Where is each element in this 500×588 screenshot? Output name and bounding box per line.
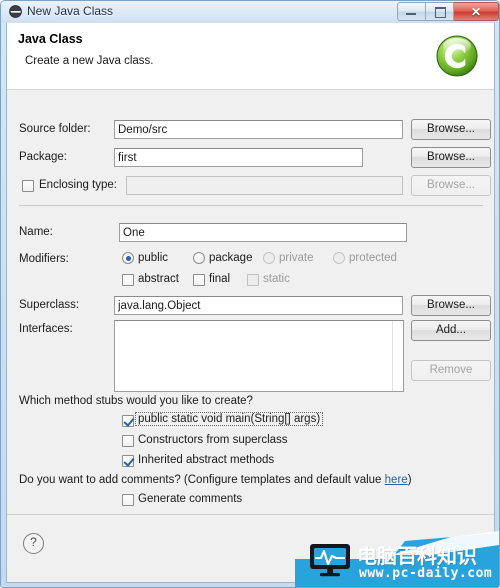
source-folder-browse-button[interactable]: Browse...: [411, 119, 491, 140]
modifier-static-label: static: [263, 273, 290, 285]
interfaces-listbox[interactable]: [114, 320, 404, 392]
modifier-package-label: package: [209, 252, 253, 264]
interfaces-label: Interfaces:: [19, 323, 73, 335]
window-title: New Java Class: [27, 4, 114, 18]
maximize-icon: [435, 7, 446, 18]
modifier-abstract-checkbox[interactable]: [122, 274, 134, 286]
watermark-url: www.pc-daily.com: [359, 566, 493, 581]
interfaces-scroll-divider: [392, 321, 393, 391]
name-input[interactable]: [119, 223, 407, 242]
page-title: Java Class: [18, 32, 83, 46]
comments-question-suffix: ): [407, 474, 412, 486]
modifiers-label: Modifiers:: [19, 253, 69, 265]
page-description: Create a new Java class.: [25, 55, 154, 67]
configure-templates-link[interactable]: here: [385, 474, 408, 486]
modifier-abstract-label: abstract: [138, 273, 179, 285]
package-browse-button[interactable]: Browse...: [411, 147, 491, 168]
enclosing-type-browse-button[interactable]: Browse...: [411, 175, 491, 196]
dialog-header: Java Class Create a new Java class.: [7, 23, 494, 90]
generate-comments-checkbox[interactable]: [122, 494, 134, 506]
source-folder-input[interactable]: [114, 120, 403, 139]
dialog-body: Source folder: Browse... Package: Browse…: [7, 90, 494, 515]
interfaces-add-button[interactable]: Add...: [411, 320, 491, 341]
monitor-pulse-icon: [309, 543, 351, 577]
superclass-label: Superclass:: [19, 299, 80, 311]
stub-inherited-label: Inherited abstract methods: [138, 454, 275, 466]
minimize-button[interactable]: [397, 2, 426, 21]
generate-comments-label: Generate comments: [138, 493, 243, 505]
modifier-private-radio[interactable]: [263, 252, 275, 264]
modifier-public-radio[interactable]: [122, 252, 134, 264]
minimize-icon: [406, 13, 416, 15]
stub-inherited-checkbox[interactable]: [122, 455, 134, 467]
comments-question: Do you want to add comments? (Configure …: [19, 474, 412, 486]
modifier-static-checkbox[interactable]: [247, 274, 259, 286]
modifier-final-label: final: [209, 273, 231, 285]
method-stubs-question: Which method stubs would you like to cre…: [19, 395, 253, 407]
name-label: Name:: [19, 226, 53, 238]
comments-question-prefix: Do you want to add comments? (Configure …: [19, 474, 385, 486]
watermark-text: 电脑百科知识: [357, 544, 477, 568]
dialog-client: Java Class Create a new Java class. Sour…: [6, 23, 495, 583]
dialog-window: New Java Class ✕ Java Class Create a new…: [0, 0, 500, 588]
close-icon: ✕: [470, 4, 482, 19]
modifier-private-label: private: [279, 252, 314, 264]
eclipse-icon: [9, 5, 22, 18]
close-button[interactable]: ✕: [454, 2, 499, 21]
stub-constructors-label: Constructors from superclass: [138, 434, 288, 446]
help-icon[interactable]: ?: [23, 533, 44, 554]
section-divider: [19, 205, 483, 206]
modifier-protected-label: protected: [349, 252, 397, 264]
stub-constructors-checkbox[interactable]: [122, 435, 134, 447]
superclass-browse-button[interactable]: Browse...: [411, 295, 491, 316]
title-bar[interactable]: New Java Class ✕: [1, 1, 500, 23]
enclosing-type-checkbox[interactable]: [22, 180, 34, 192]
modifier-public-label: public: [138, 252, 169, 264]
modifier-package-radio[interactable]: [193, 252, 205, 264]
stub-main-label: public static void main(String[] args): [134, 412, 324, 426]
enclosing-type-input[interactable]: [126, 176, 403, 195]
superclass-input[interactable]: [114, 296, 403, 315]
package-input[interactable]: [114, 148, 363, 167]
modifier-protected-radio[interactable]: [333, 252, 345, 264]
interfaces-remove-button[interactable]: Remove: [411, 360, 491, 381]
stub-main-checkbox[interactable]: [122, 415, 134, 427]
source-folder-label: Source folder:: [19, 123, 91, 135]
watermark: 电脑百科知识 www.pc-daily.com: [295, 527, 499, 587]
package-label: Package:: [19, 151, 67, 163]
window-controls: ✕: [397, 2, 499, 21]
enclosing-type-label: Enclosing type:: [39, 179, 117, 191]
java-class-icon: [432, 31, 482, 81]
modifier-final-checkbox[interactable]: [193, 274, 205, 286]
maximize-button[interactable]: [426, 2, 454, 21]
